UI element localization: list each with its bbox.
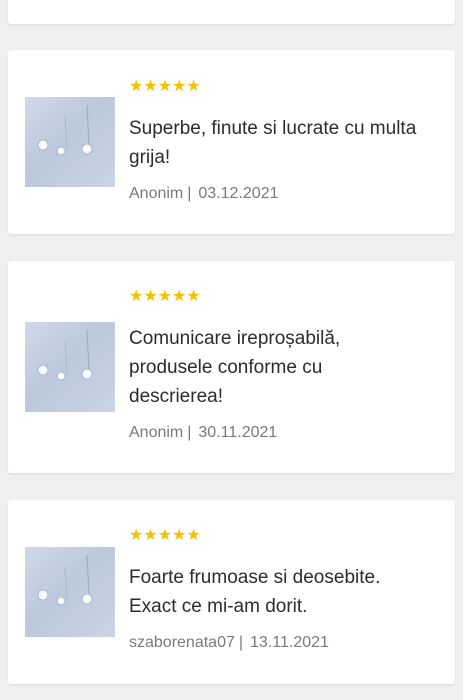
rating-stars: ★★★★★ (129, 76, 201, 95)
meta-separator: | (187, 424, 192, 441)
review-meta: szaborenata07 | 13.11.2021 (129, 633, 441, 653)
review-date: 30.11.2021 (198, 424, 278, 441)
product-thumbnail[interactable] (25, 547, 115, 637)
review-author: Anonim (129, 424, 184, 441)
review-card: ★★★★★ Comunicare ireproșabilă, produsele… (8, 261, 455, 473)
review-card: ★★★★★ Superbe, finute si lucrate cu mult… (8, 50, 455, 234)
product-thumbnail[interactable] (25, 322, 115, 412)
review-card: ★★★★★ Foarte frumoase si deosebite. Exac… (8, 500, 455, 684)
review-meta: Anonim | 03.12.2021 (129, 184, 441, 204)
product-thumbnail[interactable] (25, 97, 115, 187)
review-author: Anonim (129, 185, 184, 202)
previous-review-card (8, 0, 455, 24)
review-text: Foarte frumoase si deosebite. Exact ce m… (129, 567, 381, 617)
review-text: Comunicare ireproșabilă, produsele confo… (129, 328, 341, 407)
earrings-photo-icon (37, 554, 93, 606)
earrings-photo-icon (37, 104, 93, 156)
meta-separator: | (238, 634, 244, 651)
meta-separator: | (187, 185, 192, 202)
rating-stars: ★★★★★ (129, 525, 201, 544)
review-text: Superbe, finute si lucrate cu multa grij… (129, 118, 417, 168)
review-date: 13.11.2021 (250, 634, 329, 651)
review-date: 03.12.2021 (198, 185, 279, 202)
review-meta: Anonim | 30.11.2021 (129, 423, 441, 443)
review-author: szaborenata07 (129, 634, 235, 651)
rating-stars: ★★★★★ (129, 286, 201, 305)
earrings-photo-icon (37, 329, 93, 381)
